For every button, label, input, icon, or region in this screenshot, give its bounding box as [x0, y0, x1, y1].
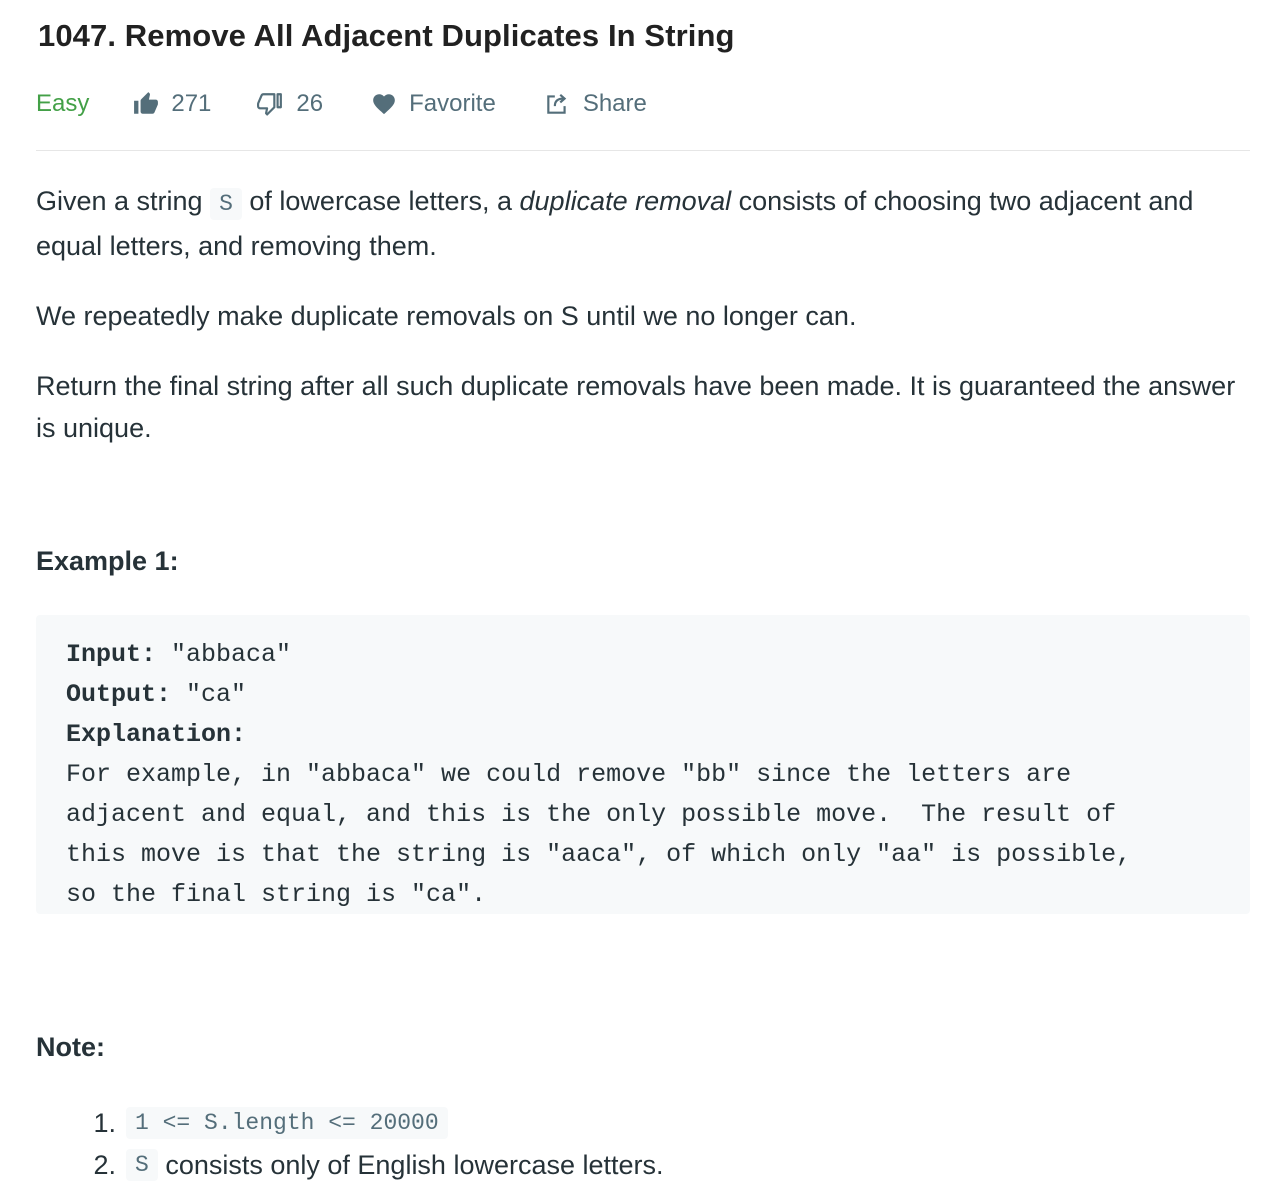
example-code-block: Input: "abbaca" Output: "ca" Explanation…	[36, 615, 1250, 914]
note-item: 2. S consists only of English lowercase …	[36, 1144, 664, 1186]
note-item-text: consists only of English lowercase lette…	[157, 1149, 664, 1180]
dislike-button[interactable]: 26	[257, 90, 323, 118]
note-item-code: S	[126, 1149, 158, 1181]
note-item-number: 2.	[93, 1149, 116, 1180]
thumbs-up-icon	[134, 92, 159, 114]
example-input-label: Input:	[66, 640, 157, 669]
example-title: Example 1:	[36, 546, 179, 576]
heart-icon	[373, 94, 395, 115]
difficulty-label: Easy	[36, 90, 90, 117]
explanation-line: so the final string is "ca".	[66, 880, 487, 909]
example-input-value: "abbaca"	[156, 640, 292, 669]
like-count: 271	[171, 90, 212, 117]
explanation-line: adjacent and equal, and this is the only…	[66, 800, 1117, 829]
thumbs-down-icon	[257, 93, 283, 116]
example-explanation-label: Explanation:	[66, 720, 247, 749]
favorite-label: Favorite	[409, 90, 496, 117]
share-icon	[547, 93, 567, 114]
favorite-button[interactable]: Favorite	[371, 90, 496, 118]
share-button[interactable]: Share	[544, 90, 647, 118]
problem-title: 1047. Remove All Adjacent Duplicates In …	[38, 18, 735, 53]
problem-description: Given a string S of lowercase letters, a…	[36, 180, 1250, 449]
emphasis-duplicate-removal: duplicate removal	[519, 186, 732, 216]
example-output-value: "ca"	[171, 680, 247, 709]
explanation-line: this move is that the string is "aaca", …	[66, 840, 1132, 869]
description-paragraph-2: We repeatedly make duplicate removals on…	[36, 301, 857, 331]
problem-page: 1047. Remove All Adjacent Duplicates In …	[0, 0, 1282, 1192]
description-paragraph-3: Return the final string after all such d…	[36, 371, 1236, 443]
like-button[interactable]: 271	[133, 90, 211, 118]
description-paragraph-1: Given a string S of lowercase letters, a…	[36, 186, 1194, 261]
note-item-code: 1 <= S.length <= 20000	[126, 1107, 448, 1139]
inline-code-s: S	[210, 188, 242, 220]
note-item: 1. 1 <= S.length <= 20000	[36, 1102, 664, 1144]
header-divider	[36, 150, 1250, 151]
share-label: Share	[582, 90, 647, 117]
note-list: 1. 1 <= S.length <= 20000 2. S consists …	[36, 1102, 664, 1186]
example-output-label: Output:	[66, 680, 172, 709]
note-item-number: 1.	[93, 1107, 116, 1138]
note-title: Note:	[36, 1032, 105, 1062]
explanation-line: For example, in "abbaca" we could remove…	[66, 760, 1072, 789]
dislike-count: 26	[296, 90, 324, 117]
problem-meta-bar: Easy 271 26 Favorite Share	[36, 86, 647, 122]
